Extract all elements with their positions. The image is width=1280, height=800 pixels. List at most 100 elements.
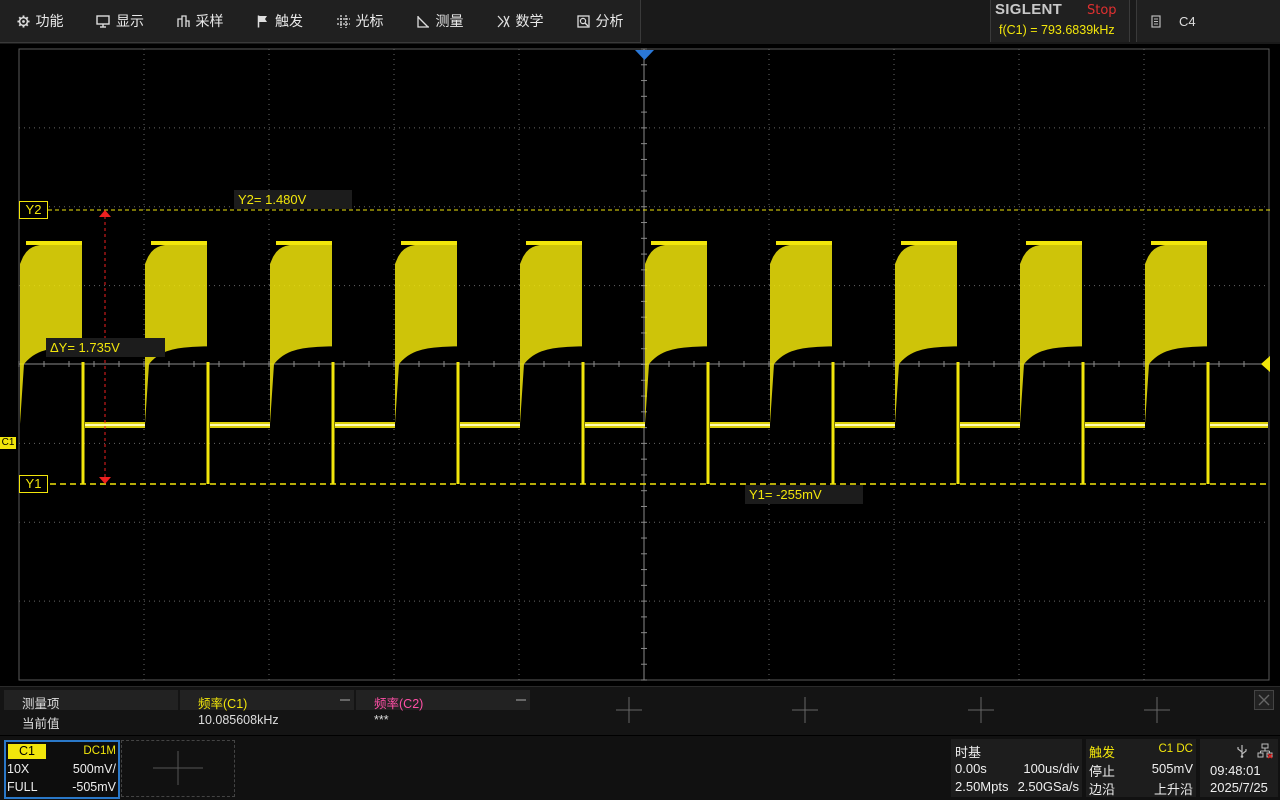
meas-1-value: 10.085608kHz	[198, 713, 279, 727]
add-channel-button[interactable]	[121, 740, 235, 797]
waveform-pulse	[770, 244, 832, 424]
menu-trigger[interactable]: 触发	[240, 0, 320, 42]
menu-analysis-label: 分析	[595, 14, 624, 30]
menu-cursor[interactable]: 光标	[320, 0, 400, 42]
waveform-pulse-top	[776, 241, 832, 245]
waveform-falling-edge	[206, 362, 210, 484]
frequency-counter: f(C1) = 793.6839kHz	[999, 23, 1115, 37]
meas-current-label: 当前值	[22, 717, 60, 731]
meas-item-label: 测量项	[22, 697, 60, 711]
waveform-low-core	[335, 424, 395, 426]
waveform-low-core	[460, 424, 520, 426]
waveform-pulse	[20, 244, 82, 424]
meas-2-collapse-icon[interactable]	[516, 699, 526, 701]
waveform-pulse-top	[401, 241, 457, 245]
waveform-pulse	[270, 244, 332, 424]
channel-1-offset: -505mV	[72, 780, 116, 794]
menu-bar: 功能 显示 采样 触发 光标 测量 数学 分析 SIGLENT Stop f(C…	[0, 0, 1280, 44]
clock-time: 09:48:01	[1210, 763, 1261, 778]
measurement-bar: 测量项 当前值 频率(C1) 10.085608kHz 频率(C2) ***	[0, 686, 1280, 735]
waveform-low-core	[585, 424, 645, 426]
menu-display-label: 显示	[116, 14, 144, 30]
waveform-falling-edge	[81, 362, 85, 484]
cursor-y1-tag[interactable]: Y1	[19, 475, 48, 493]
cursor-y1-value: Y1= -255mV	[745, 485, 863, 504]
timebase-title: 时基	[955, 745, 982, 760]
clock-panel[interactable]: 09:48:01 2025/7/25	[1200, 739, 1278, 797]
menu-analysis[interactable]: 分析	[560, 0, 640, 42]
clock-date: 2025/7/25	[1210, 780, 1268, 795]
channel-1-probe: 10X	[7, 762, 30, 776]
main-menu: 功能 显示 采样 触发 光标 测量 数学 分析	[0, 0, 641, 43]
run-state[interactable]: Stop	[1087, 3, 1117, 18]
brand-logo: SIGLENT	[995, 1, 1063, 18]
timebase-memory: 2.50Mpts	[955, 779, 1009, 794]
network-disconnected-icon	[1257, 743, 1273, 759]
add-measure-slot-5-icon[interactable]	[966, 695, 996, 725]
waveform-falling-edge	[831, 362, 835, 484]
trigger-level-marker[interactable]	[1261, 356, 1270, 372]
menu-trigger-label: 触发	[275, 14, 303, 30]
waveform-falling-edge	[706, 362, 710, 484]
menu-acquire-label: 采样	[195, 14, 224, 30]
meas-1-collapse-icon[interactable]	[340, 699, 350, 701]
add-measure-slot-6-icon[interactable]	[1142, 695, 1172, 725]
add-measure-slot-3-icon[interactable]	[614, 695, 644, 725]
trigger-title: 触发	[1089, 745, 1116, 760]
flag-icon	[257, 15, 267, 27]
menu-function[interactable]: 功能	[0, 0, 80, 42]
menu-math[interactable]: 数学	[480, 0, 560, 42]
delta-y-value: ΔY= 1.735V	[46, 338, 165, 357]
waveform-falling-edge	[1081, 362, 1085, 484]
waveform-pulse-top	[901, 241, 957, 245]
trigger-source: C1 DC	[1158, 743, 1193, 755]
channel-indicator-label: C4	[1179, 13, 1196, 29]
waveform-display[interactable]: Y2 Y1 Y2= 1.480V ΔY= 1.735V Y1= -255mV C…	[0, 44, 1280, 684]
timebase-scale: 100us/div	[1023, 761, 1079, 776]
channel-offset-marker[interactable]: C1	[0, 437, 16, 449]
monitor-icon	[96, 14, 110, 28]
cursor-y2-value: Y2= 1.480V	[234, 190, 352, 209]
cursor-y2-tag[interactable]: Y2	[19, 201, 48, 219]
plus-icon	[153, 751, 203, 785]
meas-slot-2[interactable]: 频率(C2) ***	[374, 687, 532, 735]
menu-measure[interactable]: 测量	[400, 0, 480, 42]
waveform-pulse-top	[651, 241, 707, 245]
menu-cursor-label: 光标	[355, 14, 384, 30]
document-icon	[1151, 14, 1161, 28]
gear-icon	[16, 14, 30, 28]
waveform-falling-edge	[331, 362, 335, 484]
add-measure-slot-4-icon[interactable]	[790, 695, 820, 725]
waveform-pulse	[1145, 244, 1207, 424]
waveform-pulse-top	[1026, 241, 1082, 245]
waveform-pulse	[645, 244, 707, 424]
meas-slot-1[interactable]: 频率(C1) 10.085608kHz	[198, 687, 356, 735]
menu-display[interactable]: 显示	[80, 0, 160, 42]
waveform-low-core	[1210, 424, 1268, 426]
waveform-low-core	[210, 424, 270, 426]
trigger-slope: 上升沿	[1153, 782, 1193, 797]
waveform-pulse	[895, 244, 957, 424]
channel-1-coupling: DC1M	[83, 745, 116, 757]
waveform-low-core	[1085, 424, 1145, 426]
menu-function-label: 功能	[35, 14, 64, 30]
timebase-delay: 0.00s	[955, 761, 987, 776]
waveform-low-core	[960, 424, 1020, 426]
trigger-panel[interactable]: 触发 C1 DC 停止 505mV 边沿 上升沿	[1086, 739, 1196, 797]
crosshair-icon	[336, 14, 350, 28]
notification-panel[interactable]: C4	[1136, 0, 1280, 42]
menu-acquire[interactable]: 采样	[160, 0, 240, 42]
timebase-panel[interactable]: 时基 0.00s 100us/div 2.50Mpts 2.50GSa/s	[951, 739, 1082, 797]
close-measure-icon[interactable]	[1254, 690, 1274, 710]
trigger-position-marker[interactable]	[635, 50, 654, 60]
waveform-low-core	[85, 424, 145, 426]
menu-math-label: 数学	[515, 14, 544, 30]
meas-1-header: 频率(C1)	[198, 697, 248, 711]
waveform-pulse-top	[151, 241, 207, 245]
acquire-icon	[176, 14, 190, 27]
trigger-type: 边沿	[1089, 782, 1116, 797]
waveform-low-core	[710, 424, 770, 426]
channel-1-panel[interactable]: C1 DC1M 10X 500mV/ FULL -505mV	[4, 740, 120, 799]
math-icon	[497, 15, 510, 27]
channel-1-bandwidth: FULL	[7, 780, 38, 794]
